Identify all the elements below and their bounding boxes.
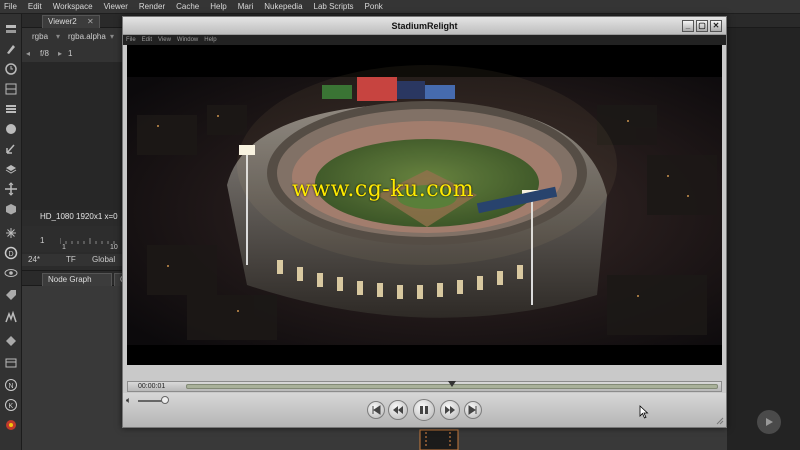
timeline-end-label: 10 [110,244,118,251]
left-toolbar: D N K [0,14,22,450]
maximize-button[interactable]: ▢ [696,20,708,32]
alpha-dropdown[interactable]: rgba.alpha [68,32,106,41]
deep-icon[interactable]: D [4,246,18,260]
3d-cube-icon[interactable] [4,202,18,216]
player-menu-window[interactable]: Window [177,37,198,43]
scrub-bar[interactable]: 00:00:01 [127,381,722,392]
main-menubar: File Edit Workspace Viewer Render Cache Help Ma… [0,0,800,14]
menu-item-viewer[interactable]: Viewer [104,2,128,11]
skip-back-icon [372,405,381,415]
pause-button[interactable] [413,399,435,421]
playhead[interactable] [448,381,456,387]
menu-item-workspace[interactable]: Workspace [53,2,93,11]
transform-icon[interactable] [4,182,18,196]
format-readout: HD_1080 1920x1 x=0 [40,212,118,221]
merge-layers-icon[interactable] [4,162,18,176]
player-menu-edit[interactable]: Edit [142,37,152,43]
lab-scripts-icon[interactable] [4,418,18,432]
minimize-button[interactable]: _ [682,20,694,32]
color-icon[interactable] [4,102,18,116]
menu-item-file[interactable]: File [4,2,17,11]
player-menu-view[interactable]: View [158,37,171,43]
player-menu-file[interactable]: File [126,37,136,43]
svg-text:N: N [9,383,14,390]
player-menubar: File Edit View Window Help [123,35,726,45]
go-to-end-button[interactable] [464,401,482,419]
rewind-icon [393,406,403,414]
volume-knob[interactable] [161,396,169,404]
scrub-track[interactable] [186,381,718,389]
viewer-timeline[interactable]: 1 1 10 [22,226,122,252]
menu-item-help[interactable]: Help [210,2,226,11]
paint-brush-icon[interactable] [4,42,18,56]
close-button[interactable]: ✕ [710,20,722,32]
timeline-start-label: 1 [40,236,45,245]
tf-dropdown[interactable]: TF [66,255,76,264]
menu-item-ponk[interactable]: Ponk [365,2,383,11]
menu-item-nukepedia[interactable]: Nukepedia [264,2,302,11]
mouse-cursor-icon [639,405,649,419]
menu-item-lab-scripts[interactable]: Lab Scripts [314,2,354,11]
window-titlebar[interactable]: StadiumRelight _ ▢ ✕ [123,17,726,35]
resize-grip-icon[interactable] [716,417,724,425]
player-menu-help[interactable]: Help [204,37,216,43]
right-panel [727,28,800,450]
furnace-icon[interactable] [4,356,18,370]
chevron-down-icon: ▾ [110,32,115,41]
fps-field[interactable]: 24* [28,255,40,264]
toolsets-icon[interactable] [4,310,18,324]
play-overlay-button[interactable] [757,410,781,434]
video-frame[interactable]: www.cg-ku.com [127,45,722,365]
channel-icon[interactable] [4,82,18,96]
go-to-start-button[interactable] [367,401,385,419]
fast-forward-icon [445,406,455,414]
window-title: StadiumRelight [391,21,458,31]
watermark-text: www.cg-ku.com [292,177,475,202]
fstop-field[interactable]: f/8 [40,49,49,58]
menu-item-mari[interactable]: Mari [238,2,254,11]
stadium-aerial-image [127,45,722,365]
volume-icon[interactable]: 🔈︎ [126,395,131,406]
play-right-icon[interactable]: ▸ [58,49,62,58]
node-tile[interactable] [418,428,460,450]
global-dropdown[interactable]: Global [92,255,115,264]
menu-item-edit[interactable]: Edit [28,2,42,11]
nukepedia-icon[interactable]: N [4,378,18,392]
playback-settings: 24* TF Global [22,254,122,266]
play-icon [766,418,773,426]
tab-viewer2[interactable]: Viewer2 ✕ [42,15,100,28]
nodes-menu-icon[interactable] [4,22,18,36]
other-icon[interactable] [4,334,18,348]
rewind-button[interactable] [388,400,408,420]
tab-node-graph-label: Node Graph [48,275,92,284]
video-player-window: StadiumRelight _ ▢ ✕ File Edit View Window H… [122,16,727,428]
keyframe-icon[interactable]: K [4,398,18,412]
svg-text:K: K [9,403,14,410]
close-icon[interactable]: ✕ [87,17,94,26]
fast-forward-button[interactable] [440,400,460,420]
skip-forward-icon [468,405,477,415]
svg-text:D: D [9,251,14,258]
timeline-marker-1: 1 [62,244,66,251]
menu-item-cache[interactable]: Cache [176,2,199,11]
keyer-icon[interactable] [4,142,18,156]
particles-icon[interactable] [4,226,18,240]
timeline-ticks [60,238,115,244]
transport-controls: 🔈︎ [123,393,726,427]
time-clock-icon[interactable] [4,62,18,76]
tab-node-graph[interactable]: Node Graph [42,273,112,286]
chevron-down-icon: ▾ [56,32,61,41]
arrow-left-icon[interactable]: ◂ [26,49,30,58]
timecode-readout: 00:00:01 [138,383,166,390]
filter-icon[interactable] [4,122,18,136]
channels-dropdown[interactable]: rgba [32,32,48,41]
frame-field[interactable]: 1 [68,49,72,58]
metadata-icon[interactable] [4,288,18,302]
menu-item-render[interactable]: Render [139,2,165,11]
pause-icon [420,406,428,414]
views-icon[interactable] [4,266,18,280]
tab-viewer2-label: Viewer2 [48,17,77,26]
